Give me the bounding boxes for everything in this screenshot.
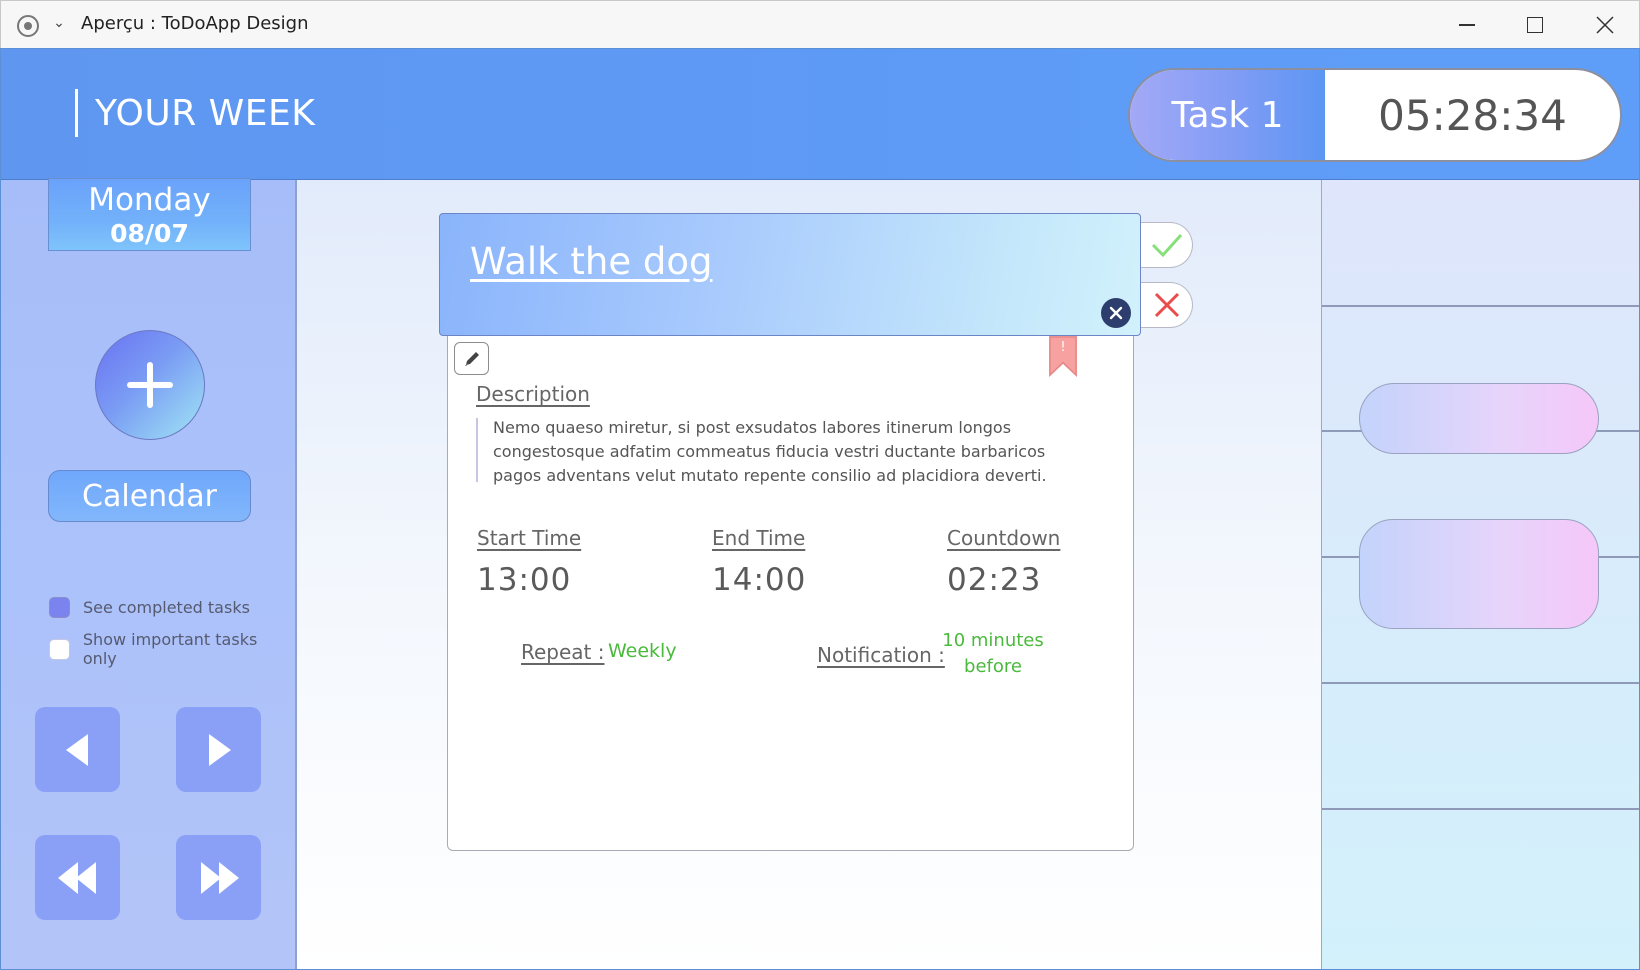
important-only-label: Show important tasks only (82, 630, 258, 668)
previous-week-button[interactable] (35, 835, 120, 920)
start-time-label: Start Time (477, 526, 582, 550)
window-titlebar: ⌄ Aperçu : ToDoApp Design (0, 0, 1640, 48)
task-details-card: ! Description Nemo quaeso miretur, si po… (447, 336, 1134, 851)
end-time-label: End Time (712, 526, 806, 550)
chevron-down-icon[interactable]: ⌄ (51, 13, 67, 33)
see-completed-checkbox[interactable] (49, 596, 70, 618)
day-name: Monday (88, 182, 211, 218)
close-icon (1109, 306, 1123, 320)
fast-forward-icon (200, 861, 239, 894)
app-frame: YOUR WEEK Task 1 05:28:34 Monday 08/07 C… (0, 48, 1640, 970)
repeat-value: Weekly (608, 640, 677, 662)
current-day: Monday 08/07 (48, 178, 251, 251)
previous-day-button[interactable] (35, 707, 120, 792)
important-only-toggle[interactable]: Show important tasks only (49, 630, 295, 668)
add-task-button[interactable] (95, 330, 205, 440)
description-text: Nemo quaeso miretur, si post exsudatos l… (493, 418, 1047, 485)
task-title[interactable]: Walk the dog (470, 240, 712, 283)
task-card-header: Walk the dog (439, 213, 1141, 336)
description-rule (476, 418, 478, 482)
repeat-label: Repeat : (521, 640, 605, 664)
important-only-checkbox[interactable] (49, 638, 70, 660)
important-mark: ! (1060, 340, 1065, 355)
app-icon[interactable] (17, 15, 39, 37)
edit-task-button[interactable] (454, 342, 489, 375)
maximize-icon (1527, 17, 1543, 33)
arrow-right-icon (208, 733, 231, 766)
countdown-label: Countdown (947, 526, 1061, 550)
day-date: 08/07 (110, 219, 189, 248)
calendar-button[interactable]: Calendar (48, 470, 251, 522)
main-content: Walk the dog ! Description Nemo quaeso m… (297, 180, 1321, 969)
start-time-value: 13:00 (477, 562, 572, 598)
cross-icon (1154, 292, 1179, 318)
check-icon (1151, 233, 1182, 258)
close-icon (1596, 16, 1614, 34)
maximize-button[interactable] (1501, 1, 1569, 49)
page-title: YOUR WEEK (95, 93, 316, 134)
notification-label: Notification : (817, 643, 945, 667)
current-task-indicator[interactable]: Task 1 05:28:34 (1128, 68, 1622, 162)
schedule-divider (1322, 305, 1639, 307)
notification-value-line2: before (964, 656, 1022, 677)
pencil-icon (464, 351, 479, 366)
schedule-task-block[interactable] (1359, 519, 1599, 629)
see-completed-label: See completed tasks (83, 597, 250, 617)
app-header: YOUR WEEK Task 1 05:28:34 (1, 49, 1639, 180)
sidebar: Monday 08/07 Calendar See completed task… (1, 178, 297, 969)
arrow-left-icon (65, 733, 88, 766)
schedule-divider (1322, 682, 1639, 684)
notification-value: 10 minutes before (928, 628, 1058, 680)
window-title: Aperçu : ToDoApp Design (81, 13, 309, 34)
schedule-task-block[interactable] (1359, 383, 1599, 454)
delete-task-button[interactable] (1141, 282, 1193, 328)
rewind-icon (57, 861, 96, 894)
see-completed-toggle[interactable]: See completed tasks (49, 595, 250, 619)
next-day-button[interactable] (176, 707, 261, 792)
minimize-icon (1459, 24, 1475, 26)
end-time-value: 14:00 (712, 562, 807, 598)
schedule-divider (1322, 808, 1639, 810)
confirm-task-button[interactable] (1141, 222, 1193, 268)
plus-icon-vertical (147, 362, 153, 408)
countdown-value: 02:23 (947, 562, 1042, 598)
bookmark-icon[interactable]: ! (1049, 336, 1077, 378)
description-label: Description (476, 382, 590, 406)
schedule-panel (1321, 180, 1639, 969)
current-task-label: Task 1 (1130, 70, 1325, 160)
next-week-button[interactable] (176, 835, 261, 920)
notification-value-line1: 10 minutes (942, 630, 1044, 651)
title-accent-bar (75, 89, 78, 137)
minimize-button[interactable] (1433, 1, 1501, 49)
close-task-button[interactable] (1101, 298, 1131, 328)
window-close-button[interactable] (1571, 1, 1639, 49)
task-timer: 05:28:34 (1378, 90, 1567, 140)
